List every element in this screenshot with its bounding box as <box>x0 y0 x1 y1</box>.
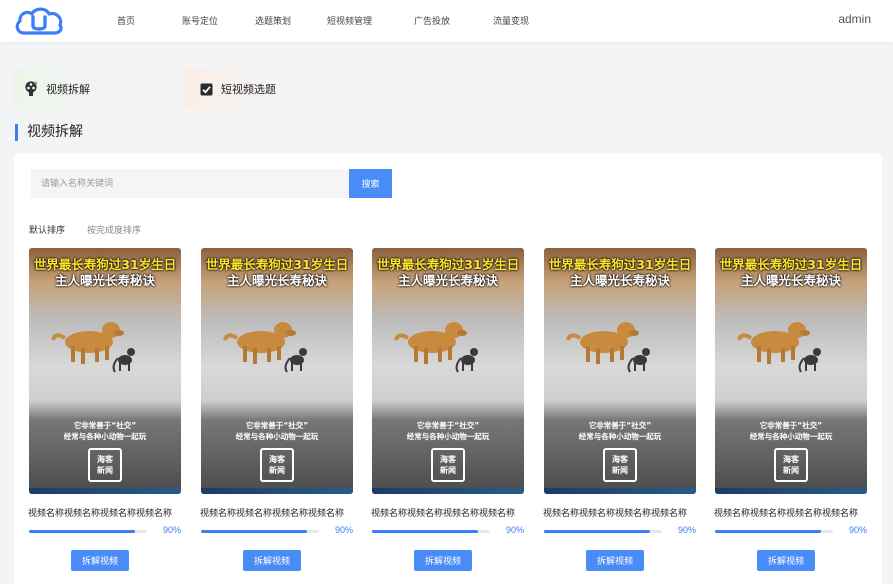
thumbnail-caption: 经常与各种小动物一起玩 <box>63 432 147 441</box>
thumbnail-subheadline: 主人曝光长寿秘诀 <box>569 273 670 288</box>
video-name[interactable]: 视频名称视频名称视频名称视频名称 <box>200 506 358 519</box>
top-nav: 首页 账号定位 选题策划 短视频管理 广告投放 流量变现 admin <box>0 0 893 42</box>
progress-fill <box>544 530 651 533</box>
thumbnail-caption: 经常与各种小动物一起玩 <box>749 432 833 441</box>
progress-track <box>544 530 662 533</box>
thumbnail-headline: 世界最长寿狗过31岁生日 <box>376 257 520 272</box>
progress-row: 90% <box>201 525 354 542</box>
thumbnail-subheadline: 主人曝光长寿秘诀 <box>226 273 327 288</box>
tab-video-breakdown-label: 视频拆解 <box>46 83 90 96</box>
nav-short-video-management[interactable]: 短视频管理 <box>327 14 372 27</box>
progress-track <box>715 530 833 533</box>
news-stamp-text: 海客新闻 <box>612 455 628 475</box>
dog-and-cat-picture <box>394 322 478 373</box>
progress-percent: 90% <box>678 525 697 535</box>
video-thumbnail[interactable]: 世界最长寿狗过31岁生日 主人曝光长寿秘诀 它非常善于“社交” 经常与各种小动物… <box>544 248 696 494</box>
thumbnail-headline: 世界最长寿狗过31岁生日 <box>719 257 863 272</box>
breakdown-video-button[interactable]: 拆解视频 <box>71 550 129 571</box>
nav-traffic-monetization[interactable]: 流量变现 <box>493 14 529 27</box>
breakdown-video-button[interactable]: 拆解视频 <box>586 550 644 571</box>
tab-short-video-topic-label: 短视频选题 <box>221 83 276 96</box>
thumbnail-caption: 经常与各种小动物一起玩 <box>578 432 662 441</box>
video-name[interactable]: 视频名称视频名称视频名称视频名称 <box>543 506 701 519</box>
video-thumbnail[interactable]: 世界最长寿狗过31岁生日 主人曝光长寿秘诀 它非常善于“社交” 经常与各种小动物… <box>29 248 181 494</box>
video-name[interactable]: 视频名称视频名称视频名称视频名称 <box>371 506 529 519</box>
user-name[interactable]: admin <box>838 12 871 26</box>
video-card[interactable]: 世界最长寿狗过31岁生日 主人曝光长寿秘诀 它非常善于“社交” 经常与各种小动物… <box>371 248 525 571</box>
progress-row: 90% <box>372 525 525 542</box>
thumbnail-subheadline: 主人曝光长寿秘诀 <box>740 273 841 288</box>
progress-row: 90% <box>29 525 182 542</box>
progress-row: 90% <box>544 525 697 542</box>
video-card[interactable]: 世界最长寿狗过31岁生日 主人曝光长寿秘诀 它非常善于“社交” 经常与各种小动物… <box>543 248 697 571</box>
film-reel-icon <box>24 81 38 97</box>
sort-default[interactable]: 默认排序 <box>29 223 65 236</box>
news-stamp: 海客新闻 <box>88 448 122 482</box>
thumbnail-headline: 世界最长寿狗过31岁生日 <box>205 257 349 272</box>
thumbnail-caption: 它非常善于“社交” <box>416 421 480 430</box>
news-stamp: 海客新闻 <box>774 448 808 482</box>
news-stamp-text: 海客新闻 <box>269 455 285 475</box>
progress-fill <box>201 530 308 533</box>
dog-and-cat-picture <box>223 322 307 373</box>
cloud-logo-icon[interactable] <box>14 5 64 37</box>
progress-track <box>201 530 319 533</box>
progress-row: 90% <box>715 525 868 542</box>
thumbnail-headline: 世界最长寿狗过31岁生日 <box>548 257 692 272</box>
progress-percent: 90% <box>335 525 354 535</box>
search-button[interactable]: 搜索 <box>349 169 392 198</box>
progress-fill <box>715 530 822 533</box>
progress-percent: 90% <box>163 525 182 535</box>
sort-by-completion[interactable]: 按完成度排序 <box>87 223 141 236</box>
thumbnail-caption: 它非常善于“社交” <box>759 421 823 430</box>
video-name[interactable]: 视频名称视频名称视频名称视频名称 <box>28 506 186 519</box>
thumbnail-headline: 世界最长寿狗过31岁生日 <box>33 257 177 272</box>
news-stamp-text: 海客新闻 <box>783 455 799 475</box>
video-thumbnail[interactable]: 世界最长寿狗过31岁生日 主人曝光长寿秘诀 它非常善于“社交” 经常与各种小动物… <box>715 248 867 494</box>
section-title: 视频拆解 <box>15 124 83 141</box>
news-stamp: 海客新闻 <box>260 448 294 482</box>
nav-topic-planning[interactable]: 选题策划 <box>255 14 291 27</box>
video-card[interactable]: 世界最长寿狗过31岁生日 主人曝光长寿秘诀 它非常善于“社交” 经常与各种小动物… <box>200 248 354 571</box>
progress-track <box>372 530 490 533</box>
breakdown-video-button[interactable]: 拆解视频 <box>243 550 301 571</box>
video-thumbnail[interactable]: 世界最长寿狗过31岁生日 主人曝光长寿秘诀 它非常善于“社交” 经常与各种小动物… <box>372 248 524 494</box>
dog-and-cat-picture <box>51 322 135 373</box>
thumbnail-subheadline: 主人曝光长寿秘诀 <box>397 273 498 288</box>
news-stamp-text: 海客新闻 <box>97 455 113 475</box>
tab-short-video-topic[interactable]: 短视频选题 <box>184 68 334 110</box>
news-stamp-text: 海客新闻 <box>440 455 456 475</box>
progress-percent: 90% <box>506 525 525 535</box>
thumbnail-caption: 它非常善于“社交” <box>73 421 137 430</box>
dog-and-cat-picture <box>737 322 821 373</box>
news-stamp: 海客新闻 <box>431 448 465 482</box>
video-card[interactable]: 世界最长寿狗过31岁生日 主人曝光长寿秘诀 它非常善于“社交” 经常与各种小动物… <box>714 248 868 571</box>
video-name[interactable]: 视频名称视频名称视频名称视频名称 <box>714 506 872 519</box>
video-card[interactable]: 世界最长寿狗过31岁生日 主人曝光长寿秘诀 它非常善于“社交” 经常与各种小动物… <box>28 248 182 571</box>
nav-ad-placement[interactable]: 广告投放 <box>414 14 450 27</box>
checkbox-icon <box>200 83 213 96</box>
news-stamp: 海客新闻 <box>603 448 637 482</box>
progress-fill <box>29 530 136 533</box>
progress-fill <box>372 530 479 533</box>
thumbnail-caption: 它非常善于“社交” <box>245 421 309 430</box>
thumbnail-subheadline: 主人曝光长寿秘诀 <box>54 273 155 288</box>
dog-and-cat-picture <box>566 322 650 373</box>
breakdown-video-button[interactable]: 拆解视频 <box>757 550 815 571</box>
video-panel: 搜索 默认排序 按完成度排序 世界最长寿狗过31岁生日 主人曝光长寿秘诀 它 <box>14 153 882 584</box>
progress-percent: 90% <box>849 525 868 535</box>
thumbnail-caption: 经常与各种小动物一起玩 <box>235 432 319 441</box>
progress-track <box>29 530 147 533</box>
thumbnail-caption: 经常与各种小动物一起玩 <box>406 432 490 441</box>
thumbnail-caption: 它非常善于“社交” <box>588 421 652 430</box>
nav-account-positioning[interactable]: 账号定位 <box>182 14 218 27</box>
breakdown-video-button[interactable]: 拆解视频 <box>414 550 472 571</box>
nav-home[interactable]: 首页 <box>117 14 135 27</box>
video-thumbnail[interactable]: 世界最长寿狗过31岁生日 主人曝光长寿秘诀 它非常善于“社交” 经常与各种小动物… <box>201 248 353 494</box>
tab-video-breakdown[interactable]: 视频拆解 <box>14 68 164 110</box>
search-input[interactable] <box>31 169 349 198</box>
